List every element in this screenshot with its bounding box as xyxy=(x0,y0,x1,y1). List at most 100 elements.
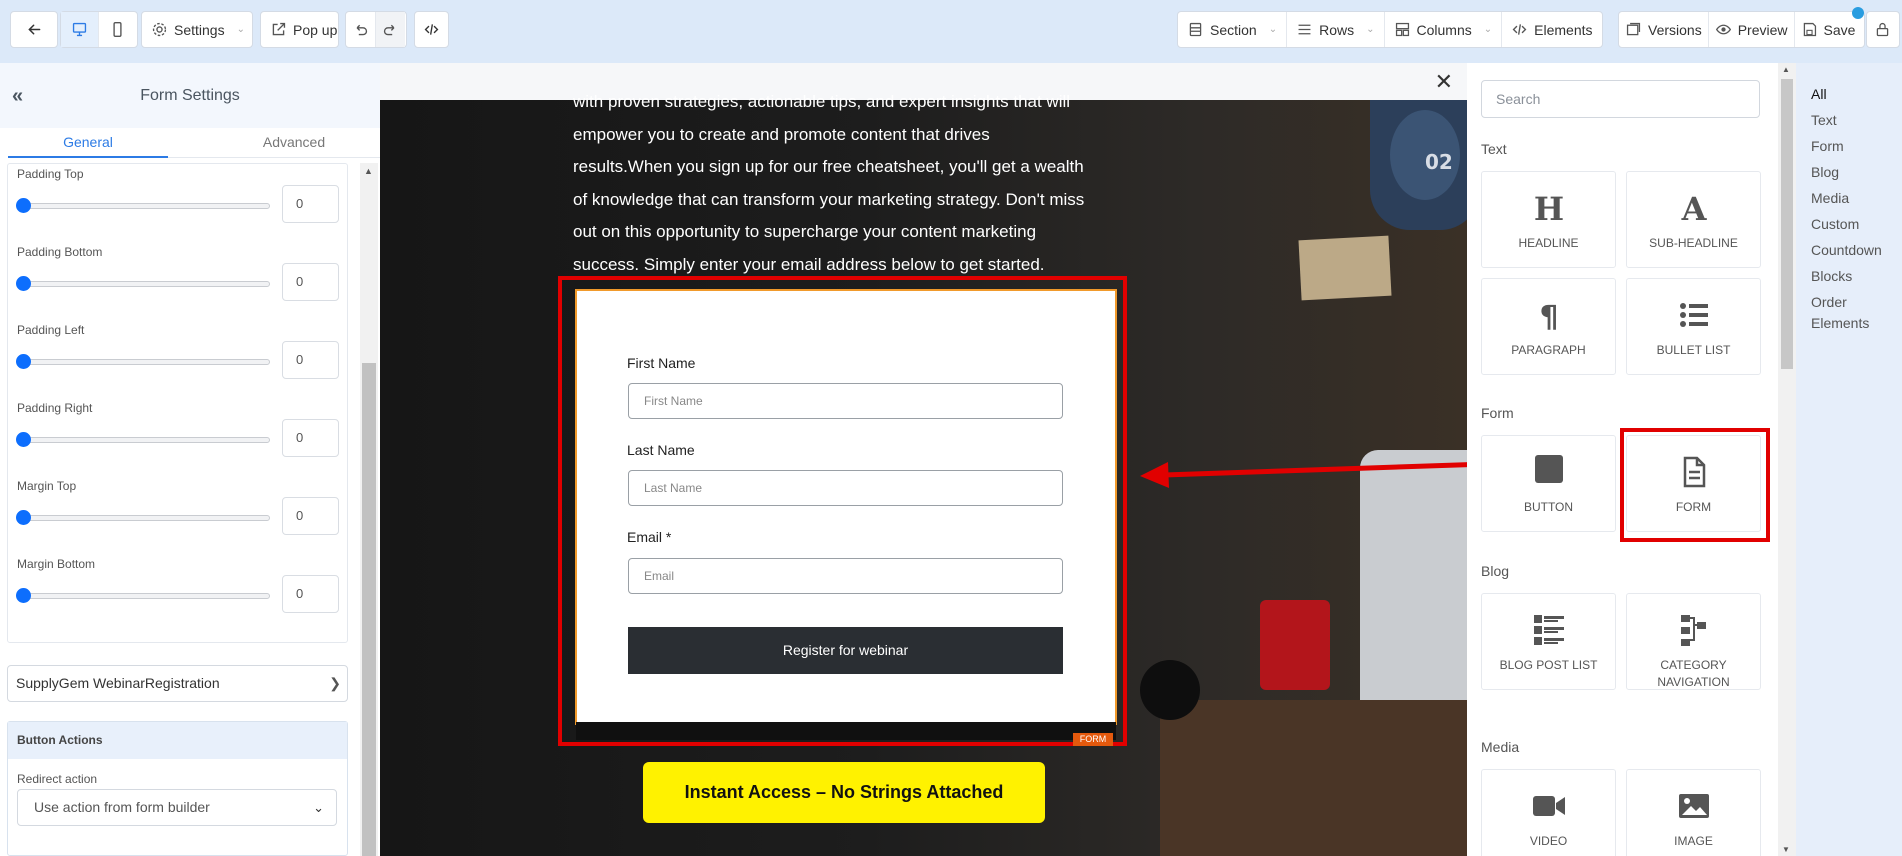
elements-scrollbar[interactable]: ▲ ▼ xyxy=(1778,63,1796,856)
publish-button[interactable] xyxy=(1867,12,1898,47)
body-text-line: empower you to create and promote conten… xyxy=(573,124,990,144)
chevron-down-icon: ⌄ xyxy=(236,24,245,35)
wooden-desk xyxy=(1160,700,1467,856)
category-navigation-icon xyxy=(1680,615,1706,646)
undo-button[interactable] xyxy=(346,12,376,47)
popup-button[interactable]: Pop up xyxy=(261,12,346,47)
settings-button[interactable]: Settings ⌄ xyxy=(142,12,254,47)
category-list: All Text Form Blog Media Custom Countdow… xyxy=(1796,63,1902,856)
body-text-line: with proven strategies, actionable tips,… xyxy=(573,92,1071,111)
settings-label: Settings xyxy=(174,21,225,38)
tile-label: BULLET LIST xyxy=(1656,343,1731,357)
svg-text:¶: ¶ xyxy=(1539,300,1558,332)
search-input[interactable]: Search xyxy=(1481,80,1760,118)
category-media[interactable]: Media xyxy=(1811,188,1849,209)
chevron-down-icon: ⌄ xyxy=(1483,24,1493,35)
close-icon[interactable]: ✕ xyxy=(1435,69,1453,95)
slider-handle[interactable] xyxy=(16,588,31,603)
padding-bottom-slider[interactable] xyxy=(16,276,270,291)
columns-icon xyxy=(1395,22,1409,37)
section-title-form: Form xyxy=(1481,405,1514,421)
tab-advanced[interactable]: Advanced xyxy=(214,128,374,158)
category-order-elements[interactable]: Order Elements xyxy=(1811,292,1901,334)
padding-right-slider[interactable] xyxy=(16,432,270,447)
form-tile-highlight-box xyxy=(1620,428,1770,542)
category-countdown[interactable]: Countdown xyxy=(1811,240,1882,261)
slider-handle[interactable] xyxy=(16,432,31,447)
section-button[interactable]: Section ⌄ xyxy=(1178,12,1288,47)
paragraph-tile[interactable]: ¶ PARAGRAPH xyxy=(1481,278,1616,375)
versions-label: Versions xyxy=(1648,21,1702,38)
category-custom[interactable]: Custom xyxy=(1811,214,1859,235)
body-text-line: of knowledge that can transform your mar… xyxy=(573,189,1085,209)
slider-handle[interactable] xyxy=(16,276,31,291)
headline-tile[interactable]: H HEADLINE xyxy=(1481,171,1616,268)
tile-label: PARAGRAPH xyxy=(1511,343,1586,357)
button-actions-title: Button Actions xyxy=(8,722,347,759)
redirect-action-value: Use action from form builder xyxy=(34,799,210,815)
redirect-action-select[interactable]: Use action from form builder ⌄ xyxy=(17,789,337,826)
margin-top-slider[interactable] xyxy=(16,510,270,525)
versions-icon xyxy=(1626,22,1641,36)
lock-icon xyxy=(1876,22,1889,37)
back-button[interactable] xyxy=(11,12,58,47)
section-title-blog: Blog xyxy=(1481,563,1510,579)
panel-scrollbar[interactable]: ▲ xyxy=(360,163,378,856)
elements-button[interactable]: Elements xyxy=(1502,12,1601,47)
padding-top-label: Padding Top xyxy=(17,167,84,181)
padding-left-input[interactable]: 0 xyxy=(282,341,339,379)
scroll-up-icon[interactable]: ▲ xyxy=(364,166,373,176)
poster-badge-number: 02 xyxy=(1425,150,1453,174)
button-tile[interactable]: BUTTON xyxy=(1481,435,1616,532)
padding-top-slider[interactable] xyxy=(16,198,270,213)
redo-button[interactable] xyxy=(376,12,405,47)
margin-bottom-slider[interactable] xyxy=(16,588,270,603)
cta-button[interactable]: Instant Access – No Strings Attached xyxy=(643,762,1045,823)
preview-button[interactable]: Preview xyxy=(1709,12,1795,47)
code-button[interactable] xyxy=(415,12,448,47)
bullet-list-tile[interactable]: BULLET LIST xyxy=(1626,278,1761,375)
scroll-up-icon[interactable]: ▲ xyxy=(1782,65,1790,74)
versions-button[interactable]: Versions xyxy=(1619,12,1709,47)
slider-handle[interactable] xyxy=(16,354,31,369)
category-text[interactable]: Text xyxy=(1811,110,1837,131)
slider-handle[interactable] xyxy=(16,510,31,525)
save-button[interactable]: Save xyxy=(1795,12,1862,47)
scrollbar-thumb[interactable] xyxy=(362,363,376,856)
margin-top-input[interactable]: 0 xyxy=(282,497,339,535)
columns-button[interactable]: Columns ⌄ xyxy=(1385,12,1503,47)
slider-handle[interactable] xyxy=(16,198,31,213)
scroll-down-icon[interactable]: ▼ xyxy=(1782,845,1790,854)
category-all[interactable]: All xyxy=(1811,84,1827,105)
category-form[interactable]: Form xyxy=(1811,136,1844,157)
eye-icon xyxy=(1715,24,1731,35)
tab-general[interactable]: General xyxy=(8,128,168,158)
code-icon xyxy=(1512,24,1527,35)
rows-button[interactable]: Rows ⌄ xyxy=(1287,12,1385,47)
tile-label: BLOG POST LIST xyxy=(1499,658,1598,672)
video-tile[interactable]: VIDEO xyxy=(1481,769,1616,856)
mobile-view-button[interactable] xyxy=(99,12,136,47)
category-navigation-tile[interactable]: CATEGORY NAVIGATION xyxy=(1626,593,1761,690)
margin-bottom-input[interactable]: 0 xyxy=(282,575,339,613)
padding-bottom-label: Padding Bottom xyxy=(17,245,103,259)
form-select-dropdown[interactable]: SupplyGem WebinarRegistration ❯ xyxy=(7,665,348,702)
chevron-down-icon: ⌄ xyxy=(1268,24,1278,35)
notification-dot xyxy=(1852,7,1864,19)
category-blocks[interactable]: Blocks xyxy=(1811,266,1852,287)
desktop-view-button[interactable] xyxy=(61,12,99,47)
sub-headline-tile[interactable]: A SUB-HEADLINE xyxy=(1626,171,1761,268)
tile-label: VIDEO xyxy=(1529,834,1568,848)
blog-post-list-tile[interactable]: BLOG POST LIST xyxy=(1481,593,1616,690)
preview-label: Preview xyxy=(1737,21,1788,38)
arrow-left-icon xyxy=(28,24,41,35)
padding-top-input[interactable]: 0 xyxy=(282,185,339,223)
padding-bottom-input[interactable]: 0 xyxy=(282,263,339,301)
category-blog[interactable]: Blog xyxy=(1811,162,1839,183)
scrollbar-thumb[interactable] xyxy=(1781,79,1793,369)
sub-headline-icon: A xyxy=(1680,191,1707,225)
padding-left-slider[interactable] xyxy=(16,354,270,369)
image-tile[interactable]: IMAGE xyxy=(1626,769,1761,856)
chevron-down-icon: ❯ xyxy=(329,675,341,691)
padding-right-input[interactable]: 0 xyxy=(282,419,339,457)
